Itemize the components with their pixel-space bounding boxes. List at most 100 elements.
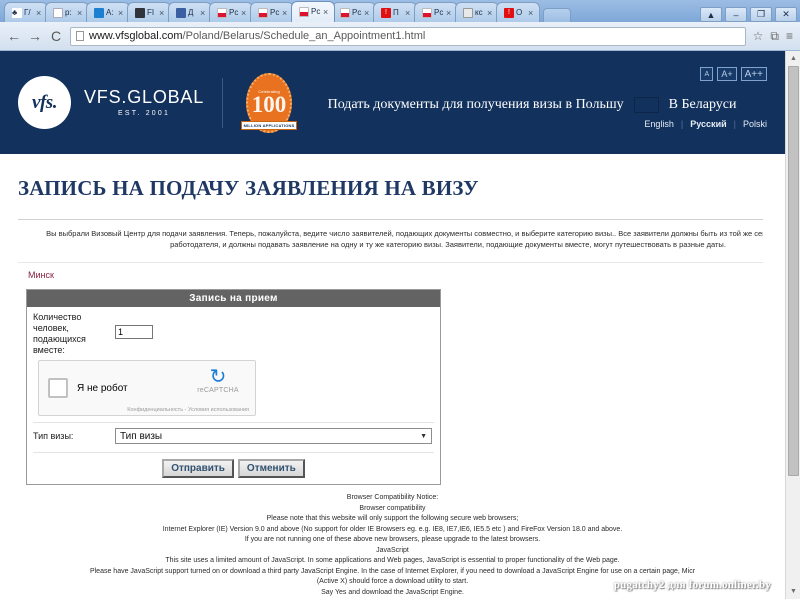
language-link-english[interactable]: English [644,119,674,129]
browser-tab[interactable]: Pc × [332,2,376,22]
badge-ribbon-text: MILLION APPLICATIONS [241,120,298,130]
vfs-logo-est: EST. 2001 [117,109,171,117]
language-link-polski[interactable]: Polski [743,119,767,129]
badge-number: 100 [251,92,287,117]
scroll-up-icon[interactable]: ▲ [786,51,800,66]
close-button[interactable]: ✕ [775,7,797,22]
language-separator: | [680,119,684,129]
notice-line: JavaScript [376,546,409,554]
minimize-button[interactable]: – [725,7,747,22]
notice-line: Internet Explorer (IE) Version 9.0 and a… [162,525,623,533]
address-bar[interactable]: www.vfsglobal.com/Poland/Belarus/Schedul… [70,26,746,46]
tab-label: p: [65,7,72,17]
restore-button[interactable]: ❐ [750,7,772,22]
watermark: pugatchy2 для forum.onliner.by [613,579,771,591]
close-icon[interactable]: × [159,8,166,18]
language-link-russian[interactable]: Русский [690,119,726,129]
close-icon[interactable]: × [200,8,207,18]
browser-tab[interactable]: ♣ Г/ × [4,2,48,22]
poland-flag-icon [299,7,309,17]
close-icon[interactable]: × [405,8,412,18]
url-host: www.vfsglobal.com [89,30,183,42]
applicant-count-input[interactable] [115,325,153,339]
appointment-form-title: Запись на прием [27,290,440,307]
gray-icon [463,7,473,18]
close-icon[interactable]: × [36,8,43,18]
language-separator: | [733,119,736,129]
visa-type-row: Тип визы: Тип визы ▼ [33,422,434,444]
forward-icon[interactable]: → [28,28,42,44]
recaptcha-checkbox[interactable] [48,378,68,398]
close-icon[interactable]: × [528,8,535,18]
close-icon[interactable]: × [446,8,453,18]
poland-flag-icon [422,7,432,18]
notice-line: If you are not running one of these abov… [244,536,541,543]
browser-tab[interactable]: A: × [86,2,130,22]
browser-tab[interactable]: Pc × [414,2,458,22]
font-size-xlarge-button[interactable]: A++ [740,67,767,81]
browser-tab[interactable]: Pc × [250,2,294,22]
header-tagline: Подать документы для получения визы в По… [327,96,624,112]
vfs-logo-text: VFS.GLOBAL [84,86,205,107]
visa-type-selected-value: Тип визы [120,430,163,442]
url-path: /Poland/Belarus/Schedule_an_Appointment1… [182,30,426,42]
browser-tab[interactable]: ! П × [373,2,417,22]
close-icon[interactable]: × [282,8,289,18]
back-icon[interactable]: ← [7,28,21,44]
vfs-logo-mark: vfs. [18,76,71,129]
browser-tab[interactable]: Pc × [209,2,253,22]
recaptcha-logo-icon: ↻ [209,366,227,388]
menu-icon[interactable]: ≡ [786,29,793,43]
chevron-down-icon: ▼ [420,432,427,440]
scroll-down-icon[interactable]: ▼ [786,584,800,599]
recaptcha-brand-text: reCAPTCHA [197,387,239,394]
city-label: Минск [28,270,54,280]
page-title: ЗАПИСЬ НА ПОДАЧУ ЗАЯВЛЕНИЯ НА ВИЗУ [18,176,479,200]
browser-tab[interactable]: кс × [455,2,499,22]
close-icon[interactable]: × [77,8,84,18]
close-icon[interactable]: × [241,8,248,18]
font-size-controls: A A+ A++ [644,67,767,81]
notice-line: This site uses a limited amount of JavaS… [165,557,620,564]
browser-tab-active[interactable]: Pc × [291,1,335,22]
recaptcha-terms-links[interactable]: Конфиденциальность - Условия использован… [127,407,249,413]
visa-type-label: Тип визы: [33,431,74,441]
tab-label: Pc [434,7,444,17]
font-size-large-button[interactable]: A+ [717,67,737,81]
web-page: vfs. VFS.GLOBAL EST. 2001 Celebrating 10… [0,51,785,599]
browser-tab[interactable]: FI × [127,2,171,22]
vertical-scrollbar[interactable]: ▲ ▼ [785,51,800,599]
bookmark-star-icon[interactable]: ☆ [753,29,764,43]
close-icon[interactable]: × [487,8,494,18]
browser-tab[interactable]: Д × [168,2,212,22]
new-tab-button[interactable] [543,8,571,22]
form-buttons: Отправить Отменить [33,452,434,478]
applicant-count-label: Количество человек, подающихся вместе: [33,312,86,355]
recaptcha-widget[interactable]: Я не робот ↻ reCAPTCHA Конфиденциальност… [38,360,256,416]
visa-type-select[interactable]: Тип визы ▼ [115,428,432,444]
tab-label: Pc [311,7,321,16]
browser-tab[interactable]: ! O × [496,2,540,22]
browser-toolbar: ← → C www.vfsglobal.com/Poland/Belarus/S… [0,22,800,50]
user-profile-button[interactable]: ▲ [700,7,722,22]
reload-icon[interactable]: C [49,28,63,44]
submit-button[interactable]: Отправить [162,459,234,478]
close-icon[interactable]: × [323,7,330,17]
notice-line: Please note that this website will only … [266,515,519,522]
instructions-text: Вы выбрали Визовый Центр для подачи заяв… [46,229,763,249]
close-icon[interactable]: × [364,8,371,18]
header-divider [222,77,224,128]
browser-tab[interactable]: p: × [45,2,89,22]
scrollbar-thumb[interactable] [788,66,799,476]
red-icon: ! [381,7,391,18]
font-size-normal-button[interactable]: A [700,67,714,81]
page-info-icon[interactable] [76,31,84,41]
close-icon[interactable]: × [118,8,125,18]
site-header: vfs. VFS.GLOBAL EST. 2001 Celebrating 10… [0,51,785,154]
tab-label: Pc [352,7,362,17]
milestone-badge: Celebrating 100 MILLION APPLICATIONS [241,70,298,136]
extension-icon[interactable]: ⧉ [770,29,779,44]
vfs-global-logo[interactable]: vfs. VFS.GLOBAL EST. 2001 [18,76,204,129]
cancel-button[interactable]: Отменить [237,459,305,478]
notice-line: Browser Compatibility Notice: [346,494,439,501]
